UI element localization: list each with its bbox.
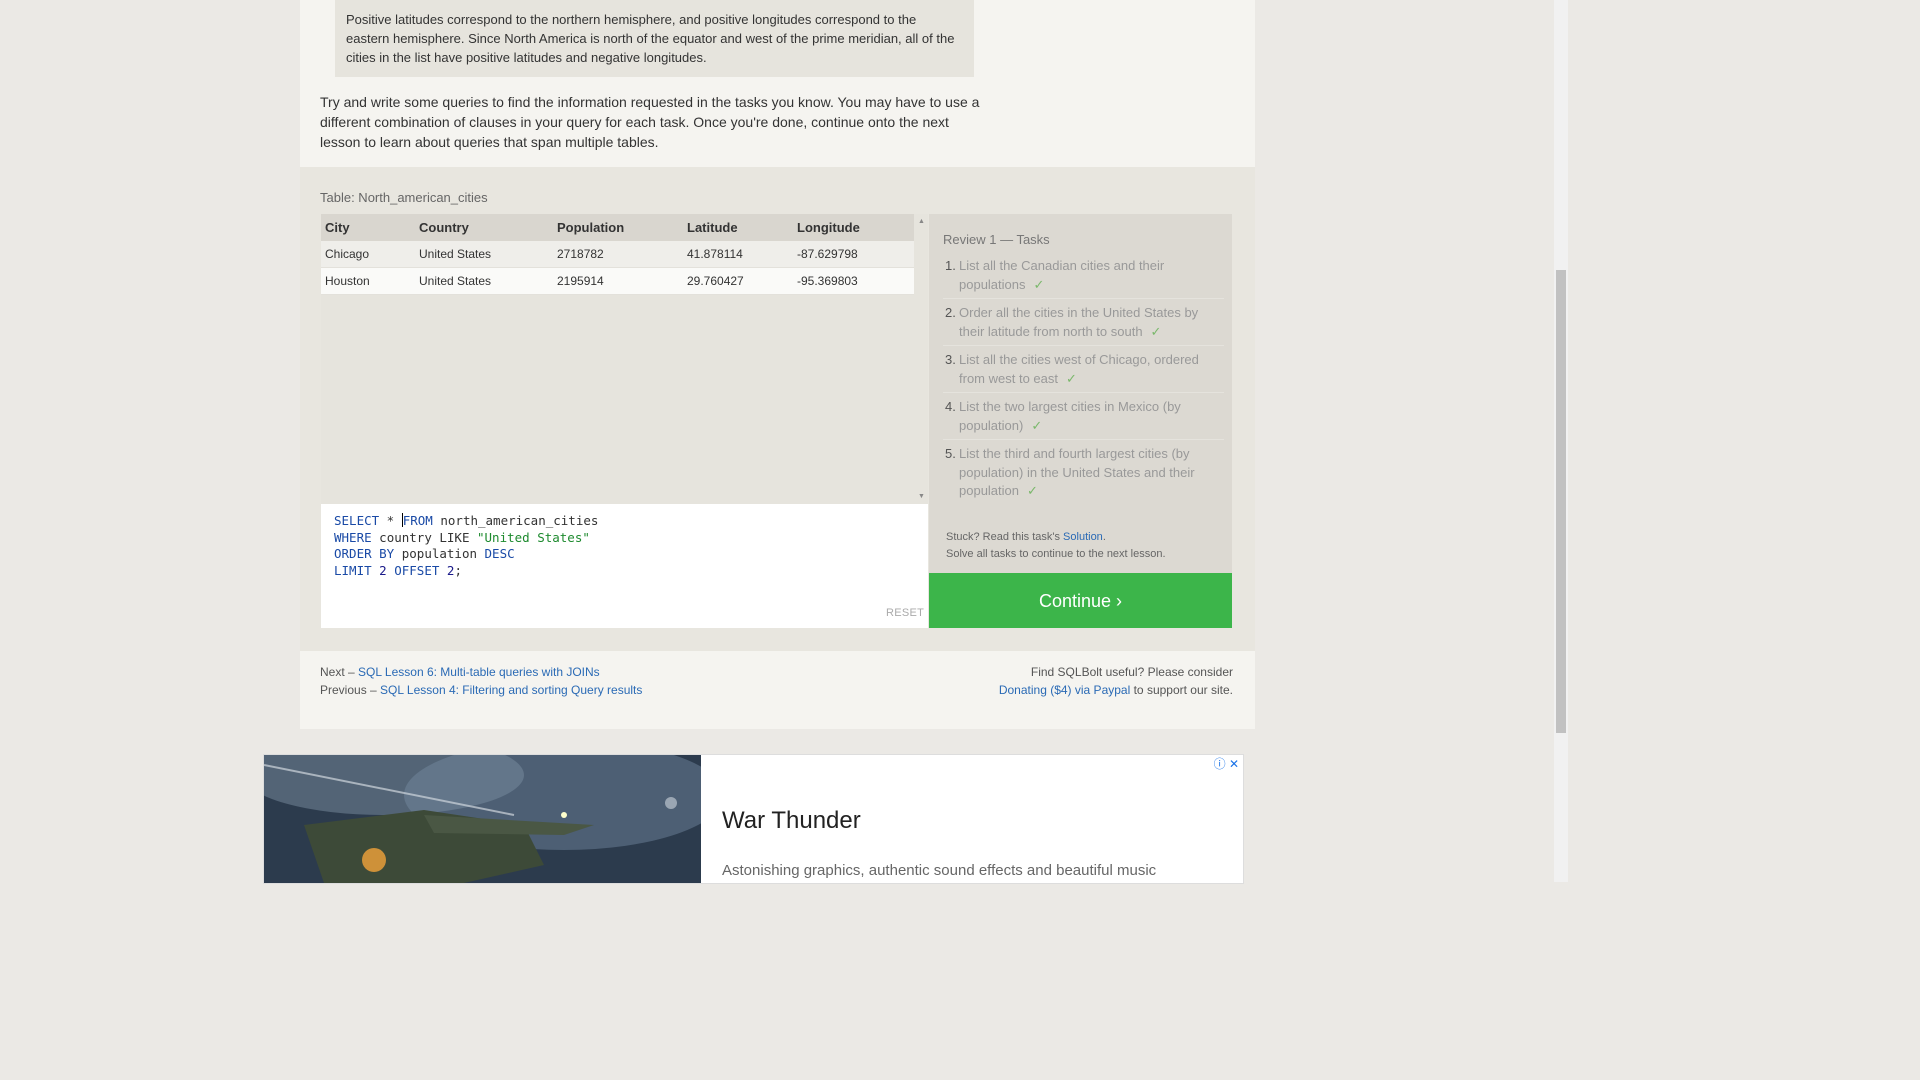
ad-image[interactable] — [264, 755, 701, 883]
ad-description[interactable]: Astonishing graphics, authentic sound ef… — [722, 862, 1156, 879]
lesson-navigation: Next – SQL Lesson 6: Multi-table queries… — [320, 663, 642, 699]
table-cell: Houston — [321, 267, 415, 295]
task-list: 1. List all the Canadian cities and their… — [943, 257, 1224, 505]
check-icon: ✓ — [1027, 483, 1038, 498]
table-cell: Chicago — [321, 241, 415, 268]
hint-note: Positive latitudes correspond to the nor… — [335, 0, 974, 77]
column-header-longitude: Longitude — [793, 214, 914, 241]
ad-controls: ⓘ ✕ — [1214, 755, 1239, 772]
task-text: List the two largest cities in Mexico (b… — [959, 399, 1181, 433]
task-number: 4. — [945, 399, 956, 414]
intro-paragraph: Try and write some queries to find the i… — [320, 94, 980, 150]
task-text: List all the Canadian cities and their p… — [959, 258, 1165, 292]
check-icon: ✓ — [1033, 276, 1045, 292]
task-text: List all the cities west of Chicago, ord… — [959, 352, 1199, 386]
helicopter-illustration — [264, 755, 701, 883]
table-row: Chicago United States 2718782 41.878114 … — [321, 241, 914, 268]
next-lesson-link[interactable]: SQL Lesson 6: Multi-table queries with J… — [358, 665, 600, 679]
table-cell: 41.878114 — [683, 241, 793, 268]
reset-button[interactable]: RESET — [886, 607, 924, 619]
results-table-container: City Country Population Latitude Longitu… — [321, 214, 914, 504]
task-text: List the third and fourth largest cities… — [959, 446, 1195, 498]
column-header-latitude: Latitude — [683, 214, 793, 241]
check-icon: ✓ — [1065, 370, 1077, 386]
task-item: 2. Order all the cities in the United Sta… — [943, 304, 1224, 346]
info-icon[interactable]: ⓘ — [1214, 757, 1226, 771]
editor-line-1: SELECT * FROM north_american_cities — [334, 513, 599, 528]
task-text: Order all the cities in the United State… — [959, 305, 1199, 339]
table-cell: 2718782 — [553, 241, 683, 268]
advertisement[interactable]: War Thunder Astonishing graphics, authen… — [263, 754, 1244, 884]
next-prefix: Next – — [320, 665, 359, 679]
table-caption: Table: North_american_cities — [320, 190, 488, 205]
tasks-panel: Review 1 — Tasks 1. List all the Canadian… — [929, 214, 1232, 573]
scroll-down-arrow-icon[interactable]: ▼ — [918, 493, 925, 500]
task-item: 4. List the two largest cities in Mexico … — [943, 398, 1224, 440]
prev-prefix: Previous – — [320, 683, 381, 697]
task-item: 1. List all the Canadian cities and their… — [943, 257, 1224, 299]
sql-editor[interactable]: SELECT * FROM north_american_cities WHER… — [321, 504, 928, 628]
results-scrollbar[interactable]: ▲ ▼ — [914, 214, 928, 504]
task-item: 5. List the third and fourth largest citi… — [943, 445, 1224, 505]
column-header-city: City — [321, 214, 415, 241]
table-row: Houston United States 2195914 29.760427 … — [321, 267, 914, 295]
hint-note-text: Positive latitudes correspond to the nor… — [346, 12, 955, 65]
stuck-suffix: . — [1102, 531, 1106, 543]
page-scrollbar[interactable] — [1554, 0, 1568, 882]
table-cell: United States — [415, 241, 553, 268]
task-item: 3. List all the cities west of Chicago, o… — [943, 351, 1224, 393]
donate-section: Find SQLBolt useful? Please consider Don… — [999, 663, 1233, 699]
task-number: 1. — [945, 258, 956, 273]
table-cell: 2195914 — [553, 267, 683, 295]
check-icon: ✓ — [1150, 323, 1162, 339]
task-number: 5. — [945, 446, 956, 461]
table-cell: 29.760427 — [683, 267, 793, 295]
table-cell: -87.629798 — [793, 241, 914, 268]
previous-lesson-link[interactable]: SQL Lesson 4: Filtering and sorting Quer… — [380, 683, 642, 697]
scroll-up-arrow-icon[interactable]: ▲ — [918, 218, 925, 225]
task-number: 3. — [945, 352, 956, 367]
continue-button[interactable]: Continue › — [929, 573, 1232, 628]
table-cell: United States — [415, 267, 553, 295]
donate-suffix: to support our site. — [1130, 683, 1233, 697]
ad-title[interactable]: War Thunder — [722, 807, 861, 835]
column-header-country: Country — [415, 214, 553, 241]
editor-line-4: LIMIT 2 OFFSET 2; — [334, 562, 462, 578]
check-icon: ✓ — [1031, 417, 1043, 433]
stuck-hint: Stuck? Read this task's Solution. Solve … — [946, 529, 1166, 563]
donate-text: Find SQLBolt useful? Please consider — [1030, 665, 1233, 679]
editor-line-3: ORDER BY population DESC — [334, 546, 515, 561]
close-icon[interactable]: ✕ — [1229, 757, 1239, 771]
solution-link[interactable]: Solution — [1063, 531, 1103, 543]
tasks-title: Review 1 — Tasks — [943, 232, 1050, 247]
donate-link[interactable]: Donating ($4) via Paypal — [999, 683, 1130, 697]
editor-line-2: WHERE country LIKE "United States" — [334, 529, 590, 545]
task-number: 2. — [945, 305, 956, 320]
results-table: City Country Population Latitude Longitu… — [321, 214, 914, 295]
page-scrollbar-thumb[interactable] — [1556, 270, 1566, 733]
solve-all-text: Solve all tasks to continue to the next … — [946, 548, 1166, 560]
stuck-prefix: Stuck? Read this task's — [946, 531, 1064, 543]
table-cell: -95.369803 — [793, 267, 914, 295]
column-header-population: Population — [553, 214, 683, 241]
